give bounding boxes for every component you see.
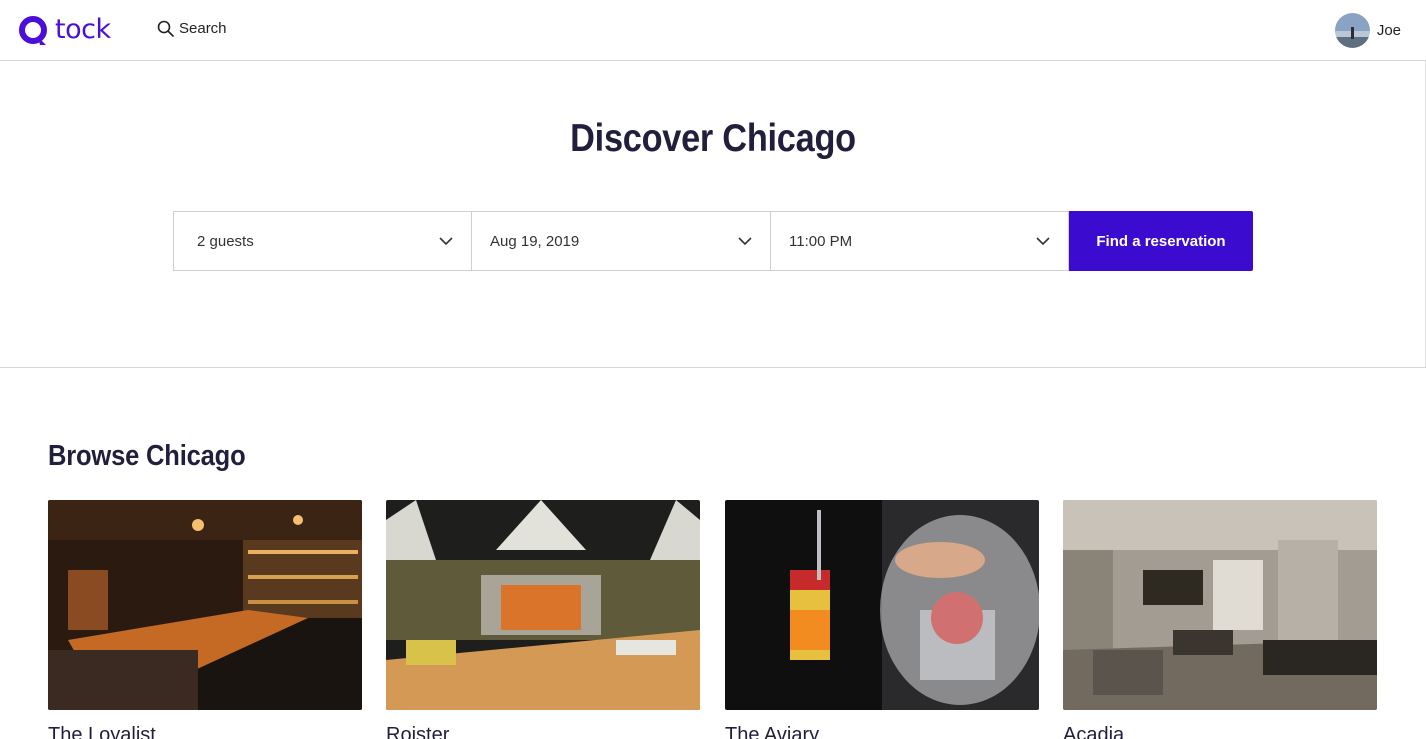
chevron-down-icon	[1036, 236, 1050, 245]
guests-select[interactable]: 2 guests	[173, 211, 472, 271]
tock-logo-icon	[19, 16, 47, 45]
search-icon	[157, 20, 174, 37]
logo-text: tock	[55, 14, 111, 45]
tock-logo[interactable]: tock	[18, 14, 111, 46]
chevron-down-icon	[439, 236, 453, 245]
restaurant-card[interactable]: Roister	[386, 500, 700, 739]
restaurant-name: Roister	[386, 724, 450, 739]
restaurant-name: The Aviary	[725, 724, 820, 739]
find-reservation-button[interactable]: Find a reservation	[1069, 211, 1253, 271]
restaurant-image	[725, 500, 1039, 710]
restaurant-card[interactable]: The Loyalist	[48, 500, 362, 739]
guests-value: 2 guests	[197, 232, 254, 250]
restaurant-name: The Loyalist	[48, 724, 156, 739]
search-label: Search	[179, 20, 227, 37]
avatar	[1334, 13, 1370, 48]
restaurant-image	[386, 500, 700, 710]
chevron-down-icon	[738, 236, 752, 245]
top-nav: tock Search Joe	[0, 0, 1426, 61]
browse-heading: Browse Chicago	[48, 440, 246, 472]
section-divider	[0, 367, 1426, 368]
restaurant-card[interactable]: The Aviary	[725, 500, 1039, 739]
time-select[interactable]: 11:00 PM	[771, 211, 1069, 271]
reservation-search-bar: 2 guests Aug 19, 2019 11:00 PM Find a re…	[173, 211, 1253, 271]
restaurant-image	[1063, 500, 1377, 710]
user-menu[interactable]: Joe	[1334, 13, 1401, 48]
search-button[interactable]: Search	[157, 20, 227, 37]
user-name: Joe	[1376, 22, 1401, 39]
restaurant-card[interactable]: Acadia	[1063, 500, 1377, 739]
date-select[interactable]: Aug 19, 2019	[472, 211, 771, 271]
page-title: Discover Chicago	[570, 117, 856, 160]
restaurant-name: Acadia	[1063, 724, 1125, 739]
restaurant-image	[48, 500, 362, 710]
time-value: 11:00 PM	[789, 232, 853, 250]
date-value: Aug 19, 2019	[490, 232, 580, 250]
